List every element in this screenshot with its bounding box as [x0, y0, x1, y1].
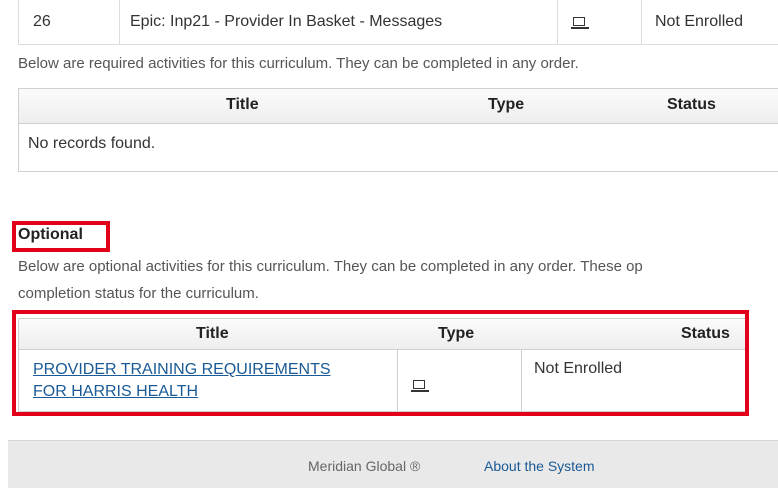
about-system-link[interactable]: About the System: [484, 458, 595, 474]
optional-description-line1: Below are optional activities for this c…: [18, 258, 643, 275]
highlight-box-heading: [12, 221, 110, 252]
status-text: Not Enrolled: [655, 13, 744, 30]
footer: Meridian Global ® About the System: [8, 440, 778, 488]
footer-brand: Meridian Global ®: [308, 458, 421, 474]
activity-title: Epic: Inp21 - Provider In Basket - Messa…: [130, 13, 443, 30]
required-activities-table: [18, 88, 778, 172]
column-divider: [557, 0, 558, 44]
optional-description-line2: completion status for the curriculum.: [18, 285, 259, 302]
empty-message: No records found.: [28, 135, 156, 152]
column-divider: [641, 0, 642, 44]
required-description: Below are required activities for this c…: [18, 55, 579, 72]
row-number: 26: [33, 13, 51, 30]
column-header-title[interactable]: Title: [226, 96, 259, 114]
highlight-box-table: [12, 310, 749, 416]
table-header: [19, 89, 778, 124]
column-divider: [119, 0, 120, 44]
laptop-icon: [571, 17, 589, 31]
column-header-type[interactable]: Type: [488, 96, 524, 114]
column-header-status[interactable]: Status: [667, 96, 716, 114]
